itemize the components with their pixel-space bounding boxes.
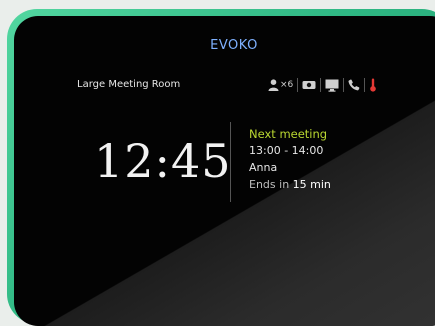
room-name: Large Meeting Room: [77, 79, 181, 90]
next-meeting-organizer: Anna: [249, 161, 278, 174]
capacity-indicator: ×6: [264, 77, 297, 93]
thermometer-icon: [370, 78, 377, 92]
person-icon: [268, 79, 279, 91]
room-display-screen: EVOKO Large Meeting Room ×6 12:45 Next m…: [14, 16, 435, 326]
current-time: 12:45: [94, 134, 232, 188]
display-icon: [325, 79, 339, 92]
ends-value: 15 min: [292, 178, 331, 191]
vertical-divider: [230, 122, 231, 202]
ends-prefix: Ends in: [249, 178, 293, 191]
next-meeting-time: 13:00 - 14:00: [249, 144, 324, 157]
amenity-icons: ×6: [264, 77, 381, 93]
camera-icon: [302, 81, 316, 89]
phone-icon: [348, 79, 360, 91]
capacity-count: ×6: [280, 80, 294, 90]
brand-logo: EVOKO: [210, 38, 258, 53]
next-meeting-title: Next meeting: [249, 127, 328, 141]
next-meeting-ends: Ends in 15 min: [249, 178, 331, 191]
